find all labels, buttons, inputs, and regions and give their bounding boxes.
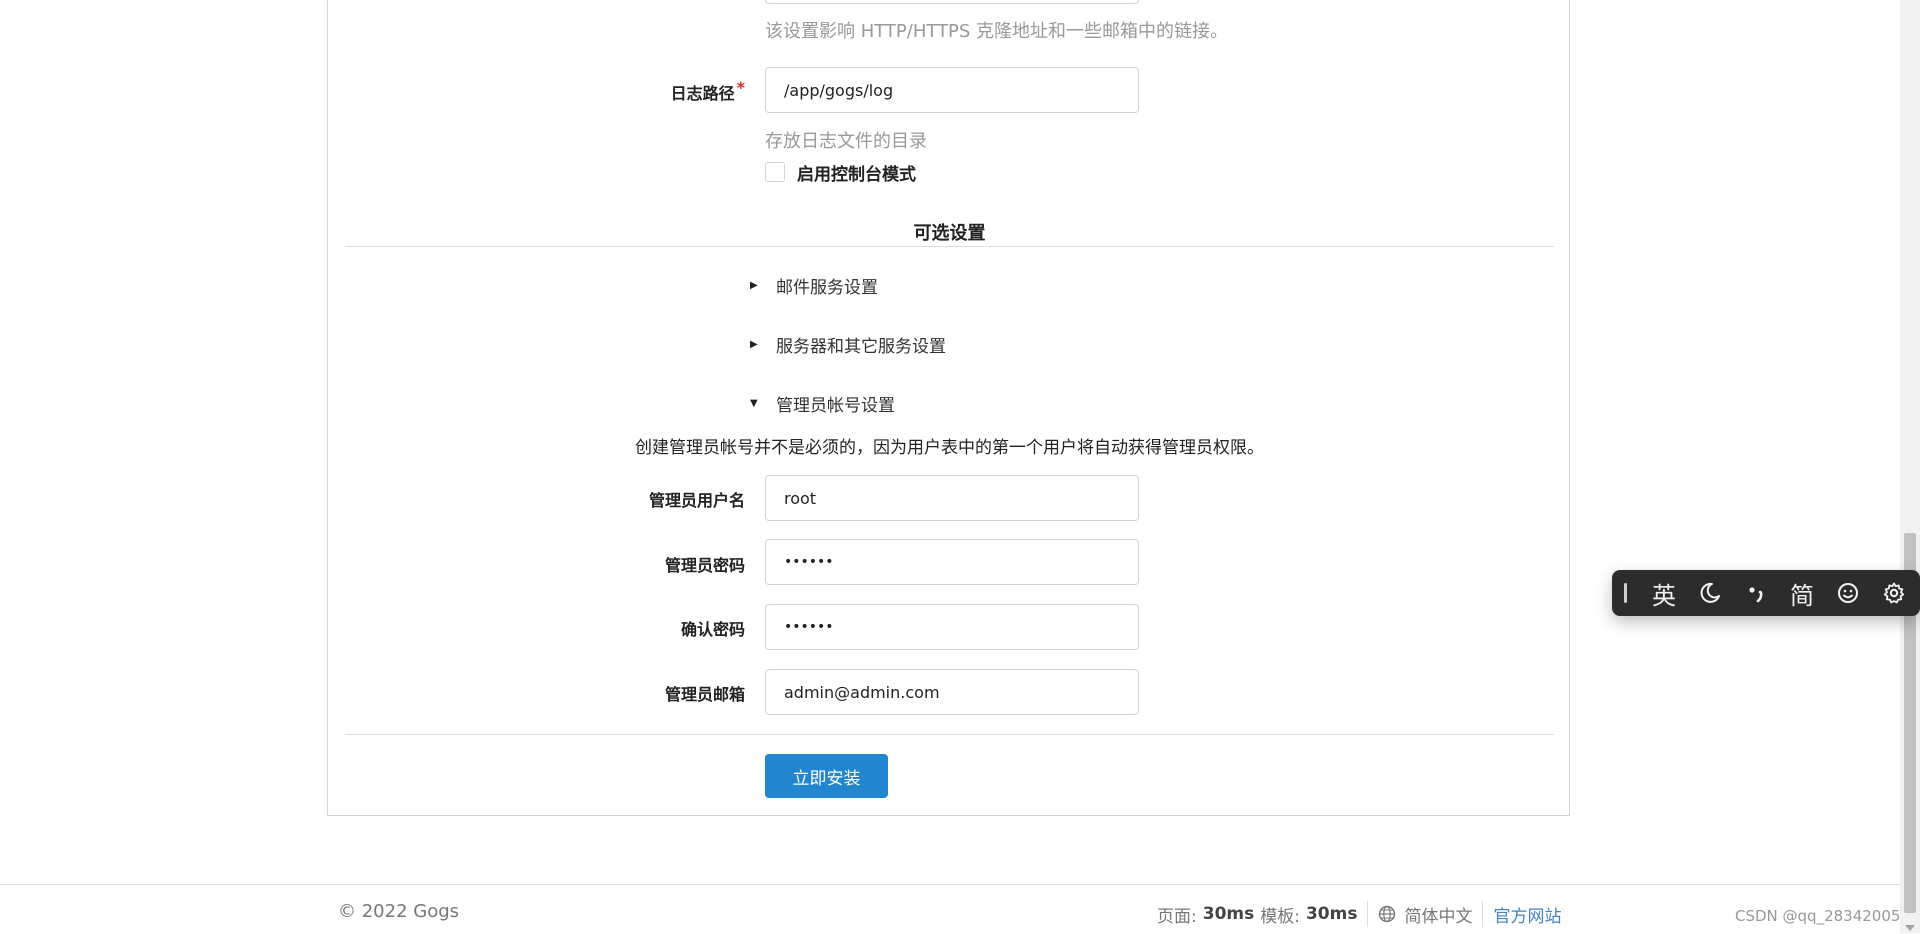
log-path-label: 日志路径 *: [670, 78, 745, 104]
language-selector[interactable]: 简体中文: [1404, 902, 1472, 927]
page-time-label: 页面:: [1157, 906, 1197, 927]
accordion-mail-settings[interactable]: ▶ 邮件服务设置: [750, 273, 878, 298]
footer-right: 页面: 30ms 模板: 30ms 简体中文 官方网站: [1157, 901, 1561, 927]
template-time-label: 模板:: [1260, 906, 1300, 927]
admin-email-label: 管理员邮箱: [664, 685, 745, 704]
form-bottom-divider: [345, 734, 1554, 735]
log-path-help: 存放日志文件的目录: [765, 131, 927, 152]
required-mark: *: [736, 78, 745, 97]
accordion-label: 邮件服务设置: [776, 277, 878, 298]
admin-username-label: 管理员用户名: [648, 491, 745, 510]
ime-toolbar[interactable]: 英 简: [1612, 570, 1920, 616]
scrollbar[interactable]: [1900, 0, 1920, 933]
scroll-down-arrow-icon[interactable]: [1905, 925, 1915, 931]
console-mode-label: 启用控制台模式: [797, 164, 916, 185]
confirm-password-label: 确认密码: [680, 620, 745, 639]
admin-note: 创建管理员帐号并不是必须的，因为用户表中的第一个用户将自动获得管理员权限。: [635, 438, 1264, 458]
footer: © 2022 Gogs 页面: 30ms 模板: 30ms 简体中文 官方网站: [0, 884, 1900, 934]
ime-mode-toggle[interactable]: 英: [1641, 570, 1687, 616]
accordion-admin-settings[interactable]: ▼ 管理员帐号设置: [750, 391, 895, 416]
gear-icon[interactable]: [1871, 570, 1917, 616]
caret-right-icon: ▶: [750, 279, 758, 291]
optional-settings-title: 可选设置: [913, 223, 986, 244]
accordion-label: 服务器和其它服务设置: [776, 336, 946, 357]
log-path-label-text: 日志路径: [670, 84, 735, 103]
accordion-label: 管理员帐号设置: [776, 395, 895, 416]
official-site-link[interactable]: 官方网站: [1493, 902, 1561, 927]
punctuation-icon[interactable]: [1733, 570, 1779, 616]
admin-email-input[interactable]: [765, 669, 1139, 715]
globe-icon: [1378, 905, 1396, 923]
admin-username-input[interactable]: [765, 475, 1139, 521]
log-path-input[interactable]: [765, 67, 1139, 113]
drag-handle-icon[interactable]: [1624, 583, 1627, 603]
moon-icon[interactable]: [1687, 570, 1733, 616]
app-url-help: 该设置影响 HTTP/HTTPS 克隆地址和一些邮箱中的链接。: [765, 21, 1229, 42]
checkbox-box[interactable]: [765, 162, 785, 182]
confirm-password-input[interactable]: [765, 604, 1139, 650]
template-time-value: 30ms: [1305, 904, 1358, 924]
csdn-watermark: CSDN @qq_28342005: [1735, 907, 1901, 925]
accordion-server-settings[interactable]: ▶ 服务器和其它服务设置: [750, 332, 946, 357]
footer-separator: [1367, 901, 1369, 927]
caret-down-icon: ▼: [750, 397, 758, 409]
simplified-traditional-toggle[interactable]: 简: [1779, 570, 1825, 616]
page-time-value: 30ms: [1202, 904, 1255, 924]
install-button[interactable]: 立即安装: [765, 754, 888, 798]
emoji-icon[interactable]: [1825, 570, 1871, 616]
caret-right-icon: ▶: [750, 338, 758, 350]
admin-password-input[interactable]: [765, 539, 1139, 585]
footer-separator: [1482, 901, 1484, 927]
app-url-input[interactable]: [765, 0, 1139, 4]
footer-copyright: © 2022 Gogs: [338, 901, 460, 922]
section-divider: [345, 246, 1554, 247]
admin-password-label: 管理员密码: [664, 556, 745, 575]
console-mode-checkbox[interactable]: 启用控制台模式: [765, 161, 916, 185]
